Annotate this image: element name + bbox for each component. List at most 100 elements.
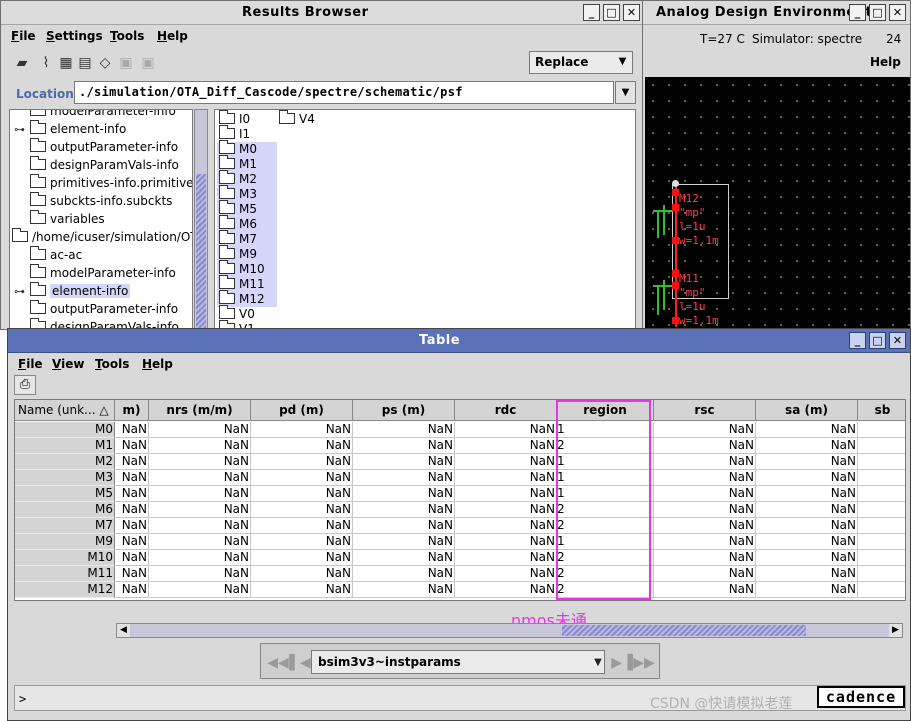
table-cell[interactable]: NaN bbox=[654, 518, 756, 534]
next-page-icon[interactable]: ▶▐ bbox=[611, 652, 633, 674]
tree-item-selected[interactable]: element-info bbox=[30, 282, 131, 300]
maximize-icon[interactable]: □ bbox=[869, 4, 886, 21]
table-cell[interactable]: NaN bbox=[455, 518, 557, 534]
table-cell[interactable] bbox=[858, 438, 905, 454]
table-cell[interactable]: NaN bbox=[251, 550, 353, 566]
table-cell[interactable]: NaN bbox=[455, 566, 557, 582]
maximize-icon[interactable]: □ bbox=[603, 4, 620, 21]
table-cell[interactable]: NaN bbox=[756, 486, 858, 502]
command-prompt[interactable]: > bbox=[19, 692, 26, 706]
table-cell[interactable] bbox=[858, 454, 905, 470]
minimize-icon[interactable]: _ bbox=[849, 4, 866, 21]
table-cell[interactable] bbox=[858, 582, 905, 598]
copy-icon[interactable]: ▣ bbox=[117, 54, 135, 72]
column-header[interactable]: sb bbox=[858, 400, 905, 421]
column-header[interactable]: rsc bbox=[654, 400, 756, 421]
table-cell[interactable]: NaN bbox=[353, 582, 455, 598]
ade-help-menu[interactable]: Help bbox=[870, 55, 901, 69]
tree-item[interactable]: modelParameter-info bbox=[30, 110, 176, 120]
previous-page-icon[interactable]: ▌◀ bbox=[289, 652, 311, 674]
table-cell[interactable]: NaN bbox=[756, 502, 858, 518]
table-cell[interactable]: NaN bbox=[756, 454, 858, 470]
menu-settings[interactable]: Settings bbox=[46, 29, 103, 43]
tree-item[interactable]: subckts-info.subckts bbox=[30, 192, 172, 210]
table-cell[interactable] bbox=[858, 486, 905, 502]
table-cell[interactable]: NaN bbox=[115, 422, 149, 438]
printer-icon[interactable]: ⎙ bbox=[14, 375, 36, 395]
tree-item[interactable]: outputParameter-info bbox=[30, 300, 178, 318]
table-icon[interactable]: ▦ bbox=[57, 54, 75, 72]
table-cell[interactable]: NaN bbox=[353, 518, 455, 534]
table-cell[interactable]: 2 bbox=[557, 582, 654, 598]
table-cell[interactable]: NaN bbox=[353, 470, 455, 486]
table-cell[interactable]: 1 bbox=[557, 486, 654, 502]
column-header[interactable]: ps (m) bbox=[353, 400, 455, 421]
table-cell[interactable]: NaN bbox=[756, 534, 858, 550]
row-name-cell[interactable]: M9 bbox=[15, 534, 115, 550]
menu-help[interactable]: Help bbox=[142, 357, 173, 371]
row-name-cell[interactable]: M10 bbox=[15, 550, 115, 566]
table-cell[interactable]: NaN bbox=[455, 502, 557, 518]
table-cell[interactable]: NaN bbox=[251, 518, 353, 534]
tree-item[interactable]: /home/icuser/simulation/OT bbox=[12, 228, 192, 246]
plot-icon[interactable]: ⌇ bbox=[37, 54, 55, 72]
table-cell[interactable]: NaN bbox=[251, 502, 353, 518]
results-tree[interactable]: modelParameter-info ⊶ element-info outpu… bbox=[9, 109, 193, 329]
table-cell[interactable]: NaN bbox=[115, 566, 149, 582]
table-cell[interactable]: NaN bbox=[455, 422, 557, 438]
table-cell[interactable]: NaN bbox=[455, 582, 557, 598]
table-cell[interactable]: NaN bbox=[654, 454, 756, 470]
table-cell[interactable]: NaN bbox=[654, 422, 756, 438]
column-header[interactable]: region bbox=[557, 400, 654, 421]
close-icon[interactable]: ✕ bbox=[889, 332, 906, 349]
first-page-icon[interactable]: ◀◀ bbox=[267, 652, 289, 674]
table-cell[interactable]: NaN bbox=[654, 566, 756, 582]
table-cell[interactable]: NaN bbox=[756, 518, 858, 534]
column-header[interactable]: nrs (m/m) bbox=[149, 400, 251, 421]
table-cell[interactable]: NaN bbox=[353, 422, 455, 438]
table-cell[interactable]: NaN bbox=[149, 438, 251, 454]
chevron-down-icon[interactable]: ▼ bbox=[587, 652, 609, 674]
table-cell[interactable]: NaN bbox=[353, 502, 455, 518]
table-cell[interactable]: NaN bbox=[149, 518, 251, 534]
ade-titlebar[interactable]: Analog Design Environment _ □ ✕ bbox=[642, 1, 910, 25]
tree-item[interactable]: modelParameter-info bbox=[30, 264, 176, 282]
table-cell[interactable]: NaN bbox=[251, 566, 353, 582]
table-cell[interactable]: NaN bbox=[115, 438, 149, 454]
table-cell[interactable]: NaN bbox=[149, 422, 251, 438]
column-header[interactable]: sa (m) bbox=[756, 400, 858, 421]
table-cell[interactable] bbox=[858, 566, 905, 582]
table-cell[interactable]: NaN bbox=[455, 454, 557, 470]
table-cell[interactable]: NaN bbox=[455, 550, 557, 566]
table-cell[interactable]: NaN bbox=[756, 582, 858, 598]
calculator-icon[interactable]: ▤ bbox=[76, 54, 94, 72]
open-folder-icon[interactable]: ▰ bbox=[13, 54, 31, 72]
scrollbar-thumb[interactable] bbox=[562, 625, 806, 636]
results-browser-titlebar[interactable]: Results Browser _ □ ✕ bbox=[1, 1, 642, 25]
menu-tools[interactable]: Tools bbox=[95, 357, 129, 371]
element-list[interactable]: I0 I1 M0 M1 M2 M3 M5 M6 M7 M9 M10 M11 M1… bbox=[214, 109, 636, 329]
table-cell[interactable]: NaN bbox=[115, 550, 149, 566]
tree-scrollbar[interactable] bbox=[194, 109, 208, 329]
chevron-down-icon[interactable]: ▼ bbox=[612, 51, 633, 74]
table-cell[interactable]: NaN bbox=[115, 502, 149, 518]
table-cell[interactable]: NaN bbox=[654, 534, 756, 550]
expander-icon[interactable]: ⊶ bbox=[14, 123, 25, 136]
close-icon[interactable]: ✕ bbox=[889, 4, 906, 21]
table-cell[interactable]: NaN bbox=[756, 438, 858, 454]
table-cell[interactable]: NaN bbox=[353, 486, 455, 502]
table-cell[interactable]: NaN bbox=[353, 454, 455, 470]
table-cell[interactable] bbox=[858, 550, 905, 566]
row-name-cell[interactable]: M7 bbox=[15, 518, 115, 534]
table-cell[interactable] bbox=[858, 470, 905, 486]
table-cell[interactable]: NaN bbox=[251, 422, 353, 438]
table-cell[interactable]: NaN bbox=[455, 438, 557, 454]
close-icon[interactable]: ✕ bbox=[623, 4, 640, 21]
table-cell[interactable]: NaN bbox=[654, 550, 756, 566]
menu-help[interactable]: Help bbox=[157, 29, 188, 43]
table-cell[interactable]: NaN bbox=[455, 470, 557, 486]
menu-tools[interactable]: Tools bbox=[110, 29, 144, 43]
table-cell[interactable]: NaN bbox=[251, 454, 353, 470]
table-cell[interactable]: NaN bbox=[353, 534, 455, 550]
table-cell[interactable]: NaN bbox=[149, 486, 251, 502]
